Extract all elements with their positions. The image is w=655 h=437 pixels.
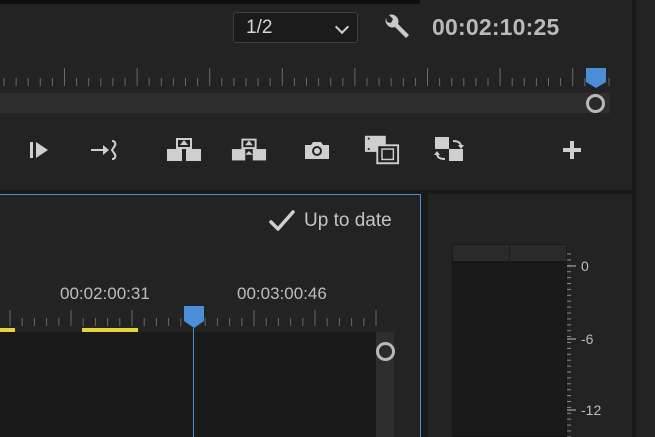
sequence-playhead[interactable] [184, 306, 204, 328]
render-status: Up to date [268, 207, 392, 235]
zoom-level-select[interactable]: 1/2 [233, 12, 358, 43]
ruler-timecode-label: 00:03:00:46 [237, 284, 327, 303]
meter-scale-label: 0 [581, 258, 589, 274]
extract-icon [231, 138, 267, 161]
zoom-scrollbar[interactable] [0, 93, 610, 113]
panel-edge-right [636, 0, 655, 437]
extract-button[interactable] [231, 132, 267, 168]
meter-scale-label: -12 [581, 402, 602, 418]
ruler-timecode-label: 00:02:00:31 [60, 284, 150, 303]
go-to-out-icon [91, 140, 117, 160]
audio-meter-header-divider [509, 244, 510, 262]
playhead-marker[interactable] [586, 68, 606, 88]
wrench-icon[interactable] [380, 12, 412, 44]
scroll-handle[interactable] [586, 94, 605, 113]
toggle-proxies-icon [434, 137, 464, 161]
panel-divider-vertical [421, 194, 428, 437]
playhead-line [193, 328, 194, 437]
comparison-view-button[interactable] [364, 132, 400, 168]
toggle-proxies-button[interactable] [432, 132, 468, 168]
top-edge [0, 0, 420, 4]
play-in-out-icon [30, 142, 48, 158]
check-icon [269, 210, 295, 231]
play-in-to-out-button[interactable] [22, 132, 58, 168]
chevron-down-icon [334, 19, 350, 35]
track-area[interactable] [0, 332, 376, 437]
playhead-timecode[interactable]: 00:02:10:25 [432, 14, 560, 41]
lift-button[interactable] [166, 132, 202, 168]
comparison-view-icon [364, 135, 400, 165]
vertical-scroll-handle[interactable] [376, 342, 395, 361]
render-status-text: Up to date [304, 210, 392, 231]
plus-icon [563, 141, 581, 159]
time-ruler[interactable] [0, 60, 610, 88]
camera-icon [305, 142, 329, 159]
zoom-level-value: 1/2 [246, 16, 273, 38]
lift-icon [167, 138, 201, 161]
export-frame-button[interactable] [299, 132, 335, 168]
meter-scale-label: -6 [581, 331, 594, 347]
audio-meter [452, 262, 567, 437]
go-to-out-button[interactable] [86, 132, 122, 168]
button-editor-button[interactable] [554, 132, 590, 168]
